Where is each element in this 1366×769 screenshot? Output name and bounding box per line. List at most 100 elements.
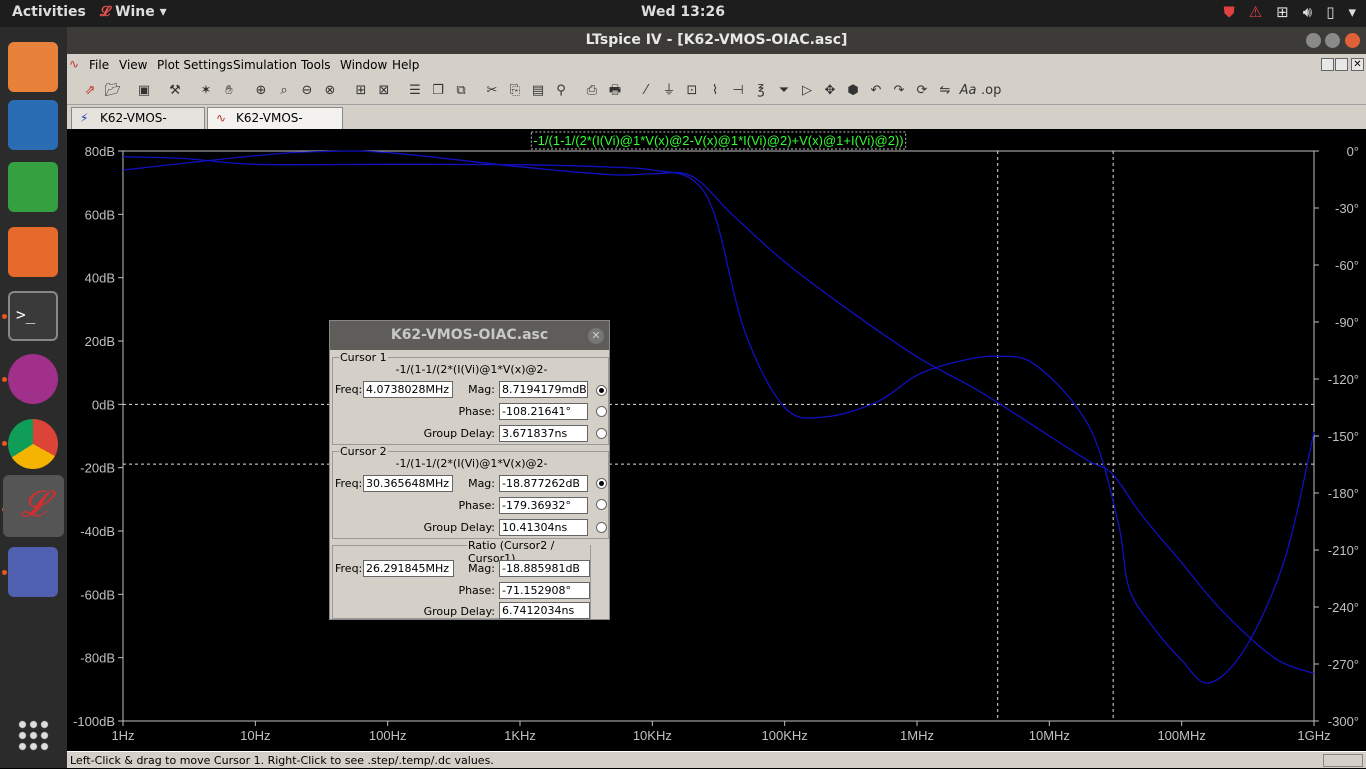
diode-icon[interactable]: ⏷ [774, 81, 794, 101]
minimize-button[interactable] [1306, 33, 1321, 48]
drag-icon[interactable]: ⬢ [843, 81, 863, 101]
zoom-in-icon[interactable]: ⊕ [251, 81, 271, 101]
redo-icon[interactable]: ↷ [889, 81, 909, 101]
calc-icon[interactable] [8, 162, 58, 212]
cursor2-phase-radio[interactable] [596, 499, 607, 510]
window-titlebar[interactable]: LTspice IV - [K62-VMOS-OIAC.asc] [67, 27, 1366, 54]
inductor-icon[interactable]: ℥ [751, 81, 771, 101]
waveform-plot[interactable]: 1Hz 10Hz 100Hz 1KHz 10KHz 100KHz 1MHz 10MHz 100M… [67, 129, 1366, 751]
podcast-icon[interactable] [8, 354, 58, 404]
dock: >_ 𝓛 [0, 27, 67, 768]
zoom-out-icon[interactable]: ⊖ [297, 81, 317, 101]
component-icon[interactable]: ▷ [797, 81, 817, 101]
cursor2-phase-field[interactable]: -179.36932° [499, 497, 588, 514]
activities-button[interactable]: Activities [12, 4, 86, 20]
halt-icon[interactable]: ✋︎ [219, 81, 239, 101]
control-panel-icon[interactable]: ⚒ [165, 81, 185, 101]
cursor2-gd-field[interactable]: 10.41304ns [499, 519, 588, 536]
y2-tick-label: -240° [1328, 600, 1359, 615]
save-icon[interactable]: ▣ [134, 81, 154, 101]
run-icon[interactable]: ⇗ [80, 81, 100, 101]
toolbar: ⇗ 📂︎ ▣ ⚒ ✶ ✋︎ ⊕ ⌕ ⊖ ⊗ ⊞ ⊠ ☰ ❐ ⧉ ✂ ⎘ ▤ ⚲ … [67, 77, 1366, 105]
zoom-full-icon[interactable]: ⊗ [320, 81, 340, 101]
bode-chart[interactable]: 1Hz 10Hz 100Hz 1KHz 10KHz 100KHz 1MHz 10MHz 100M… [67, 129, 1366, 751]
terminal-icon[interactable]: >_ [8, 291, 58, 341]
ratio-freq-field[interactable]: 26.291845MHz [363, 560, 454, 577]
tab-waveform[interactable]: ∿ K62-VMOS-OIAC.asc [207, 107, 343, 145]
files-icon[interactable] [8, 42, 58, 92]
chrome-icon[interactable] [8, 419, 58, 469]
mdi-close-button[interactable]: ✕ [1351, 58, 1364, 71]
ltspice-icon[interactable]: 𝓛 [3, 475, 64, 537]
menu-simulation[interactable]: Simulation [233, 58, 297, 72]
cut-icon[interactable]: ✂ [482, 81, 502, 101]
print-preview-icon[interactable]: ⎙ [582, 81, 602, 101]
maximize-button[interactable] [1325, 33, 1340, 48]
mdi-restore-button[interactable] [1335, 58, 1348, 71]
cursor1-mag-field[interactable]: 8.7194179mdB [499, 381, 588, 398]
cursor1-phase-radio[interactable] [596, 406, 607, 417]
cursor2-gd-radio[interactable] [596, 522, 607, 533]
software-center-icon[interactable] [8, 227, 58, 277]
cursor2-mag-field[interactable]: -18.877262dB [499, 475, 588, 492]
shield-icon[interactable]: ⛊ [1223, 3, 1234, 21]
dialog-titlebar[interactable]: K62-VMOS-OIAC.asc ✕ [330, 321, 609, 350]
open-icon[interactable]: 📂︎ [103, 81, 123, 101]
ltspice-menu-icon[interactable]: ∿ [69, 57, 79, 71]
warning-icon[interactable]: ⚠ [1249, 3, 1262, 21]
find-icon[interactable]: ⚲ [551, 81, 571, 101]
cursor1-gd-field[interactable]: 3.671837ns [499, 425, 588, 442]
print-icon[interactable]: 🖶︎ [605, 81, 625, 101]
screenshot-tool-icon[interactable] [8, 547, 58, 597]
wire-icon[interactable]: ⁄ [636, 81, 656, 101]
network-icon[interactable]: ⊞ [1276, 3, 1289, 21]
dialog-close-button[interactable]: ✕ [588, 328, 604, 344]
text-icon[interactable]: Aa [958, 81, 978, 101]
spice-directive-icon[interactable]: .op [981, 81, 1001, 101]
paste-icon[interactable]: ▤ [528, 81, 548, 101]
autorange-icon[interactable]: ⊞ [351, 81, 371, 101]
menu-help[interactable]: Help [392, 58, 419, 72]
ground-icon[interactable]: ⏚ [659, 81, 679, 101]
cursor1-gd-radio[interactable] [596, 428, 607, 439]
undo-icon[interactable]: ↶ [866, 81, 886, 101]
move-icon[interactable]: ✥ [820, 81, 840, 101]
close-button[interactable] [1345, 33, 1360, 48]
tile-horizontal-icon[interactable]: ☰ [405, 81, 425, 101]
cascade-icon[interactable]: ❐ [428, 81, 448, 101]
cursor1-mag-radio[interactable] [596, 385, 607, 396]
volume-icon[interactable]: 🔊︎ [1303, 3, 1312, 21]
plot-frame [122, 150, 1315, 722]
menu-file[interactable]: File [89, 58, 109, 72]
ratio-mag-field[interactable]: -18.885981dB [499, 560, 590, 577]
tab-schematic[interactable]: ⚡︎ K62-VMOS-OIAC.asc [71, 107, 205, 145]
ratio-gd-field[interactable]: 6.7412034ns [499, 602, 590, 619]
system-tray[interactable]: ⛊ ⚠ ⊞ 🔊︎ ▯ ▾ [1223, 3, 1356, 21]
ratio-phase-field[interactable]: -71.152908° [499, 582, 590, 599]
clock[interactable]: Wed 13:26 [0, 4, 1366, 20]
pan-icon[interactable]: ⌕ [274, 81, 294, 101]
menu-view[interactable]: View [119, 58, 147, 72]
menu-window[interactable]: Window [340, 58, 387, 72]
label-icon[interactable]: ⊡ [682, 81, 702, 101]
show-apps-icon[interactable] [17, 719, 49, 751]
tile-vertical-icon[interactable]: ⧉ [451, 81, 471, 101]
rotate-icon[interactable]: ⟳ [912, 81, 932, 101]
resistor-icon[interactable]: ⌇ [705, 81, 725, 101]
cursor1-freq-field[interactable]: 4.0738028MHz [363, 381, 453, 398]
cursor1-phase-field[interactable]: -108.21641° [499, 403, 588, 420]
cursor2-mag-radio[interactable] [596, 478, 607, 489]
copy-icon[interactable]: ⎘ [505, 81, 525, 101]
mark-icon[interactable]: ⊠ [374, 81, 394, 101]
mirror-icon[interactable]: ⇋ [935, 81, 955, 101]
cursor2-freq-field[interactable]: 30.365648MHz [363, 475, 453, 492]
app-menu[interactable]: 𝓛 Wine ▾ [100, 4, 167, 20]
capacitor-icon[interactable]: ⊣ [728, 81, 748, 101]
battery-icon[interactable]: ▯ [1326, 3, 1334, 21]
menu-tools[interactable]: Tools [301, 58, 331, 72]
chevron-down-icon[interactable]: ▾ [1348, 3, 1356, 21]
writer-icon[interactable] [8, 100, 58, 150]
run-sim-icon[interactable]: ✶ [196, 81, 216, 101]
mdi-minimize-button[interactable] [1321, 58, 1334, 71]
menu-plot-settings[interactable]: Plot Settings [157, 58, 233, 72]
